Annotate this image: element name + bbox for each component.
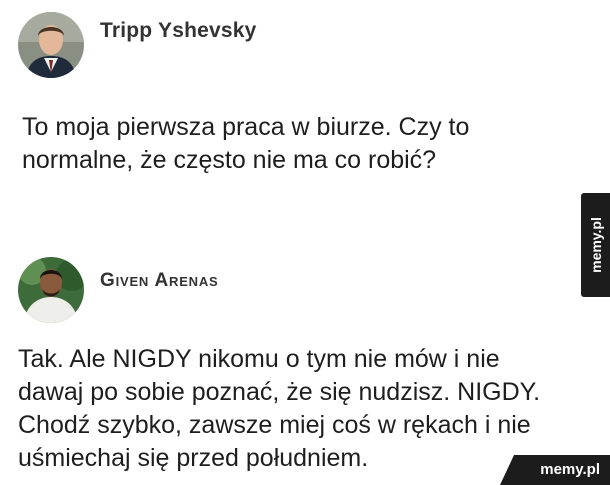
post-text-line: Chodź szybko, zawsze miej coś w rękach i…	[18, 411, 531, 439]
corner-watermark: memy.pl	[500, 455, 610, 485]
person-avatar-icon	[18, 12, 84, 78]
avatar-given-arenas[interactable]	[18, 257, 84, 323]
author-name[interactable]: Tripp Yshevsky	[100, 19, 257, 43]
person-avatar-icon	[18, 257, 84, 323]
post-text: Tak. Ale NIGDY nikomu o tym nie mów i ni…	[18, 343, 578, 475]
avatar-tripp-yshevsky[interactable]	[18, 12, 84, 78]
post-text: To moja pierwsza praca w biurze. Czy to …	[22, 111, 542, 177]
post-text-line: Tak. Ale NIGDY nikomu o tym nie mów i ni…	[18, 345, 500, 373]
author-name[interactable]: Given Arenas	[100, 270, 219, 292]
post-text-line: To moja pierwsza praca w biurze. Czy to	[22, 113, 470, 141]
post-text-line: uśmiechaj się przed południem.	[18, 444, 369, 472]
side-watermark-text: memy.pl	[587, 217, 604, 273]
side-watermark: memy.pl	[581, 193, 610, 297]
post-text-line: normalne, że często nie ma co robić?	[22, 146, 437, 174]
corner-watermark-text: memy.pl	[540, 461, 600, 478]
post-text-line: dawaj po sobie poznać, że się nudzisz. N…	[18, 378, 541, 406]
